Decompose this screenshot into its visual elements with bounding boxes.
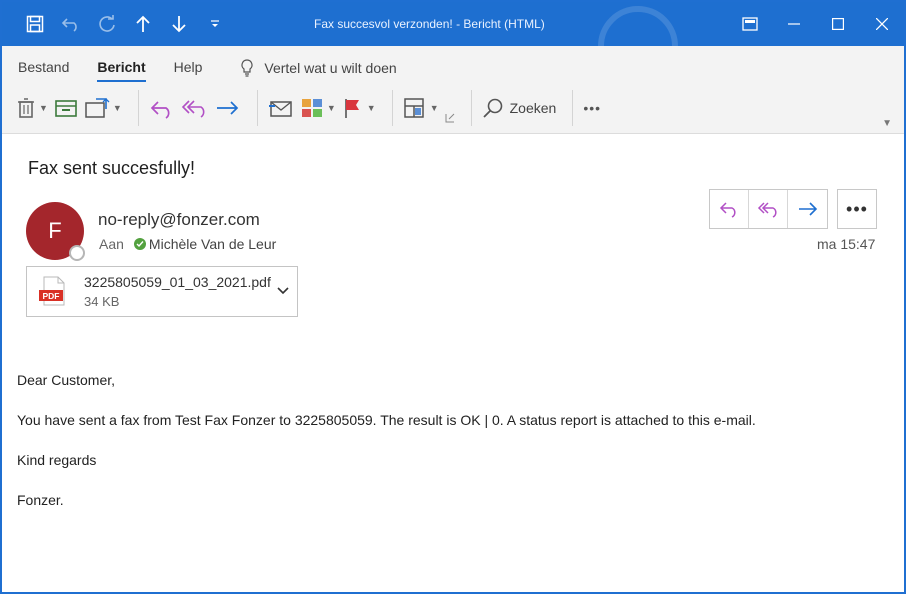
reply-button[interactable] xyxy=(710,190,749,228)
pdf-badge-text: PDF xyxy=(43,291,60,301)
received-timestamp: ma 15:47 xyxy=(817,236,876,252)
arrow-up-icon[interactable] xyxy=(132,13,154,35)
message-actions: ••• xyxy=(709,189,877,229)
forward-icon xyxy=(216,101,239,115)
archive-icon xyxy=(55,100,77,117)
window-controls xyxy=(728,2,904,46)
ribbon-display-options-icon[interactable] xyxy=(728,2,772,46)
attachment-size: 34 KB xyxy=(84,294,120,309)
body-greeting: Dear Customer, xyxy=(17,372,116,388)
reply-all-button[interactable] xyxy=(181,93,209,123)
body-paragraph: You have sent a fax from Test Fax Fonzer… xyxy=(17,412,756,428)
lightbulb-icon xyxy=(241,59,253,77)
layout-icon xyxy=(403,98,424,118)
search-button[interactable]: Zoeken xyxy=(482,93,557,123)
follow-up-button[interactable]: ▼ xyxy=(342,93,376,123)
title-watermark xyxy=(598,6,678,46)
tab-bericht[interactable]: Bericht xyxy=(97,59,146,82)
maximize-icon[interactable] xyxy=(816,2,860,46)
chevron-down-icon: ▼ xyxy=(429,103,439,113)
move-button[interactable]: ▼ xyxy=(84,93,122,123)
more-actions-button[interactable]: ••• xyxy=(837,189,877,229)
tab-bestand[interactable]: Bestand xyxy=(18,59,69,78)
reply-icon xyxy=(150,101,170,119)
categorize-button[interactable]: ▼ xyxy=(300,93,336,123)
reply-all-icon xyxy=(181,100,205,118)
recipient-name[interactable]: Michèle Van de Leur xyxy=(149,236,276,252)
flag-icon xyxy=(344,99,359,118)
move-to-folder-icon xyxy=(85,98,110,118)
tab-help[interactable]: Help xyxy=(174,59,203,78)
chevron-down-icon: ▼ xyxy=(366,103,376,113)
response-button-group xyxy=(709,189,828,229)
save-icon[interactable] xyxy=(24,13,46,35)
toolbar-separator xyxy=(391,90,393,126)
more-commands-button[interactable]: ••• xyxy=(583,93,601,123)
mail-reply-icon xyxy=(268,101,292,117)
trash-icon xyxy=(18,98,34,118)
reply-button[interactable] xyxy=(149,93,175,123)
respond-meeting-button[interactable] xyxy=(268,93,294,123)
delete-button[interactable]: ▼ xyxy=(16,93,48,123)
undo-icon[interactable] xyxy=(60,13,82,35)
ribbon: Bestand Bericht Help Vertel wat u wilt d… xyxy=(2,46,904,134)
ribbon-collapse-icon[interactable]: ▼ xyxy=(882,118,892,129)
ribbon-tabs: Bestand Bericht Help Vertel wat u wilt d… xyxy=(18,56,397,82)
archive-button[interactable] xyxy=(54,93,78,123)
customize-icon[interactable] xyxy=(204,13,226,35)
minimize-icon[interactable] xyxy=(772,2,816,46)
reply-all-icon xyxy=(757,202,777,218)
search-label: Zoeken xyxy=(509,100,557,116)
tell-me-label: Vertel wat u wilt doen xyxy=(264,60,397,76)
body-closing: Kind regards xyxy=(17,452,97,468)
categorize-icon xyxy=(301,99,322,117)
quick-access-toolbar xyxy=(2,2,226,46)
online-status-icon xyxy=(133,238,146,250)
to-label: Aan xyxy=(99,236,124,252)
forward-icon xyxy=(798,202,817,216)
svg-text:PDF: PDF xyxy=(43,291,60,301)
chevron-down-icon: ▼ xyxy=(112,103,122,113)
close-icon[interactable] xyxy=(860,2,904,46)
body-signature: Fonzer. xyxy=(17,492,64,508)
title-bar: Fax succesvol verzonden! - Bericht (HTML… xyxy=(2,2,904,46)
reply-all-button[interactable] xyxy=(749,190,788,228)
chevron-down-icon: ▼ xyxy=(39,103,48,113)
group-launcher-icon[interactable] xyxy=(445,93,455,123)
attachment-card[interactable]: PDF 3225805059_01_03_2021.pdf 34 KB xyxy=(26,266,298,317)
attachment-filename: 3225805059_01_03_2021.pdf xyxy=(84,274,271,290)
toolbar-separator xyxy=(572,90,574,126)
view-options-button[interactable]: ▼ xyxy=(403,93,439,123)
avatar-initial: F xyxy=(48,218,62,243)
forward-button[interactable] xyxy=(788,190,827,228)
message-subject: Fax sent succesfully! xyxy=(28,158,196,178)
toolbar-separator xyxy=(470,90,472,126)
chevron-down-icon[interactable] xyxy=(275,283,291,299)
window-title: Fax succesvol verzonden! - Bericht (HTML… xyxy=(314,17,545,31)
tell-me-box[interactable]: Vertel wat u wilt doen xyxy=(240,59,397,77)
toolbar-separator xyxy=(137,90,139,126)
outlook-message-window: Fax succesvol verzonden! - Bericht (HTML… xyxy=(0,0,906,594)
forward-button[interactable] xyxy=(215,93,241,123)
toolbar-separator xyxy=(256,90,258,126)
reply-icon xyxy=(719,202,736,218)
search-icon xyxy=(482,98,502,118)
recipient-line: Aan Michèle Van de Leur xyxy=(99,236,276,252)
chevron-down-icon: ▼ xyxy=(326,103,336,113)
redo-icon[interactable] xyxy=(96,13,118,35)
ribbon-toolbar: ▼ ▼ ▼ ▼ ▼ Zoeken ••• xyxy=(16,90,607,126)
presence-status-icon xyxy=(69,245,85,261)
sender-address[interactable]: no-reply@fonzer.com xyxy=(98,210,260,230)
arrow-down-icon[interactable] xyxy=(168,13,190,35)
